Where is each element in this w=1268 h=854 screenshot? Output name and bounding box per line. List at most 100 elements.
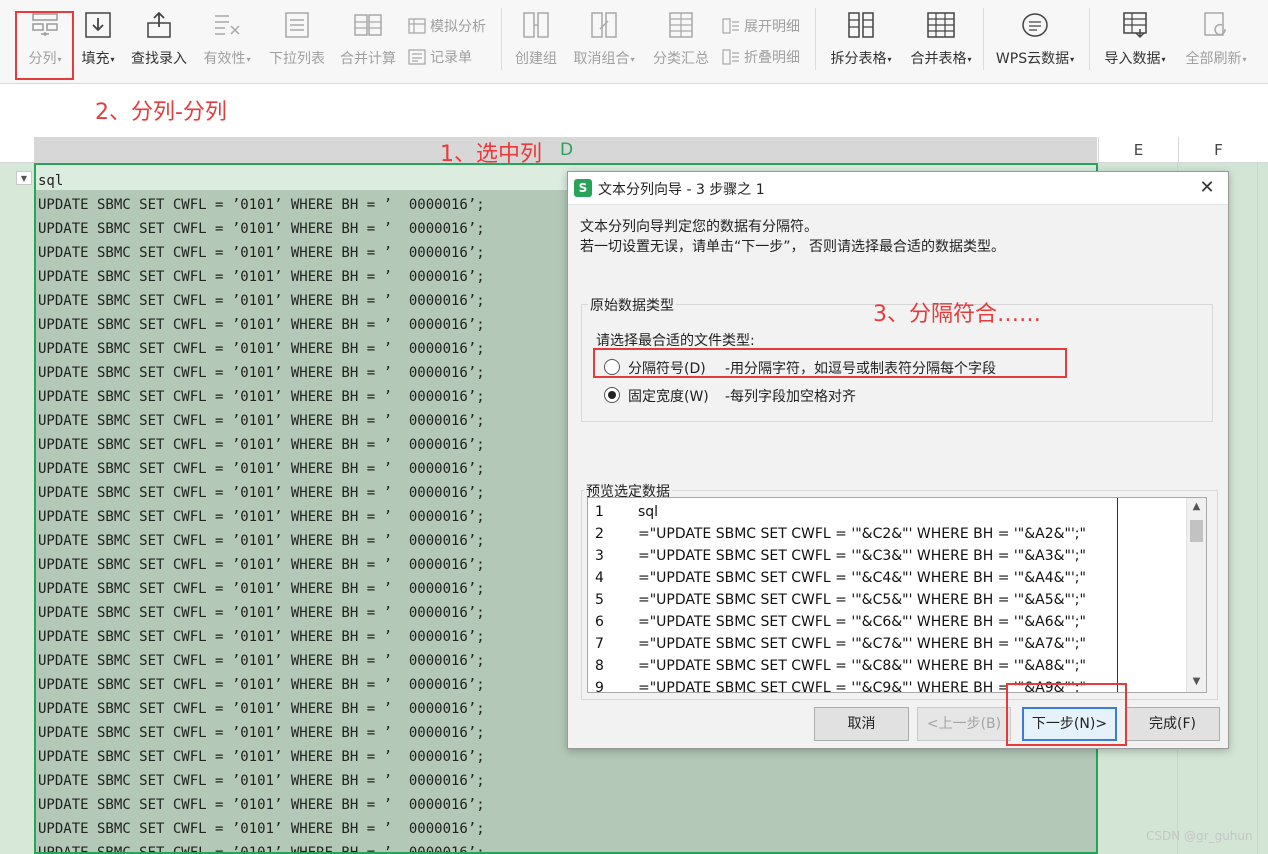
delimited-option-highlight <box>593 348 1067 378</box>
scroll-down-icon[interactable]: ▼ <box>1187 673 1206 691</box>
preview-row: 5 ="UPDATE SBMC SET CWFL = '"&C5&"' WHERE… <box>588 589 1188 611</box>
preview-row-text: ="UPDATE SBMC SET CWFL = '"&C3&"' WHERE … <box>638 548 1086 564</box>
preview-row: 4 ="UPDATE SBMC SET CWFL = '"&C4&"' WHERE… <box>588 567 1188 589</box>
ungroup-button[interactable]: 取消组合▾ <box>568 6 640 76</box>
cell-d-row[interactable]: UPDATE SBMC SET CWFL = ’0101’ WHERE BH =… <box>38 577 485 601</box>
cell-d-row[interactable]: UPDATE SBMC SET CWFL = ’0101’ WHERE BH =… <box>38 745 485 769</box>
fixed-width-radio[interactable] <box>604 387 620 403</box>
dropdown-list-icon <box>282 10 312 40</box>
preview-row-text: ="UPDATE SBMC SET CWFL = '"&C5&"' WHERE … <box>638 592 1086 608</box>
expand-detail-icon <box>722 18 740 34</box>
next-button-highlight <box>1006 683 1127 746</box>
cell-d-row[interactable]: UPDATE SBMC SET CWFL = ’0101’ WHERE BH =… <box>38 313 485 337</box>
ribbon-divider <box>983 8 984 70</box>
text-to-columns-wizard-dialog: S 文本分列向导 - 3 步骤之 1 ✕ 文本分列向导判定您的数据有分隔符。 若… <box>567 171 1229 749</box>
preview-row-number: 7 <box>595 636 604 652</box>
close-icon[interactable]: ✕ <box>1195 177 1219 199</box>
data-preview-box[interactable]: 1 sql 2 ="UPDATE SBMC SET CWFL = '"&C2&"' W… <box>587 497 1207 693</box>
cell-d-row[interactable]: UPDATE SBMC SET CWFL = ’0101’ WHERE BH =… <box>38 505 485 529</box>
preview-row-number: 9 <box>595 680 604 693</box>
consolidate-button[interactable]: 合并计算 <box>337 6 399 76</box>
column-break-line[interactable] <box>1117 498 1118 692</box>
create-group-button[interactable]: 创建组 <box>511 6 561 76</box>
cell-d-row[interactable]: UPDATE SBMC SET CWFL = ’0101’ WHERE BH =… <box>38 817 485 841</box>
cell-d-row[interactable]: UPDATE SBMC SET CWFL = ’0101’ WHERE BH =… <box>38 553 485 577</box>
wps-cloud-data-button[interactable]: WPS云数据▾ <box>990 6 1080 76</box>
fill-down-icon <box>83 10 113 40</box>
cell-d-row[interactable]: UPDATE SBMC SET CWFL = ’0101’ WHERE BH =… <box>38 697 485 721</box>
preview-row-text: ="UPDATE SBMC SET CWFL = '"&C7&"' WHERE … <box>638 636 1086 652</box>
split-table-icon <box>846 10 876 40</box>
hide-detail-button[interactable]: 折叠明细 <box>722 45 800 69</box>
cell-d-row[interactable]: UPDATE SBMC SET CWFL = ’0101’ WHERE BH =… <box>38 457 485 481</box>
cell-d-row[interactable]: UPDATE SBMC SET CWFL = ’0101’ WHERE BH =… <box>38 673 485 697</box>
cell-d1[interactable]: sql <box>38 169 485 193</box>
record-form-button[interactable]: 记录单 <box>408 45 472 69</box>
show-detail-button[interactable]: 展开明细 <box>722 14 800 38</box>
ribbon-toolbar: 分列▾ 填充▾ 查找录入 有效性▾ 下拉列表 合并计算 模拟分析 记录单 创建组… <box>0 0 1268 84</box>
what-if-analysis-button[interactable]: 模拟分析 <box>408 14 486 38</box>
fixed-width-option-label[interactable]: 固定宽度(W) <box>628 386 709 406</box>
preview-row-text: ="UPDATE SBMC SET CWFL = '"&C6&"' WHERE … <box>638 614 1086 630</box>
validity-button[interactable]: 有效性▾ <box>198 6 256 76</box>
fill-button[interactable]: 填充▾ <box>78 6 118 76</box>
dialog-titlebar[interactable]: S 文本分列向导 - 3 步骤之 1 ✕ <box>568 172 1228 205</box>
preview-row: 8 ="UPDATE SBMC SET CWFL = '"&C8&"' WHERE… <box>588 655 1188 677</box>
import-data-button[interactable]: 导入数据▾ <box>1099 6 1171 76</box>
preview-row: 1 sql <box>588 501 1188 523</box>
split-table-button[interactable]: 拆分表格▾ <box>825 6 897 76</box>
preview-row-number: 4 <box>595 570 604 586</box>
cell-d-row[interactable]: UPDATE SBMC SET CWFL = ’0101’ WHERE BH =… <box>38 385 485 409</box>
cell-d-row[interactable]: UPDATE SBMC SET CWFL = ’0101’ WHERE BH =… <box>38 409 485 433</box>
finish-button[interactable]: 完成(F) <box>1125 707 1220 741</box>
preview-rows: 1 sql 2 ="UPDATE SBMC SET CWFL = '"&C2&"' W… <box>588 501 1188 693</box>
cell-d-row[interactable]: UPDATE SBMC SET CWFL = ’0101’ WHERE BH =… <box>38 769 485 793</box>
subtotal-icon <box>666 10 696 40</box>
cell-d-row[interactable]: UPDATE SBMC SET CWFL = ’0101’ WHERE BH =… <box>38 481 485 505</box>
scroll-thumb[interactable] <box>1190 520 1203 542</box>
dialog-title: 文本分列向导 - 3 步骤之 1 <box>598 182 765 198</box>
refresh-all-button[interactable]: 全部刷新▾ <box>1180 6 1252 76</box>
preview-row: 2 ="UPDATE SBMC SET CWFL = '"&C2&"' WHERE… <box>588 523 1188 545</box>
cell-d-row[interactable]: UPDATE SBMC SET CWFL = ’0101’ WHERE BH =… <box>38 433 485 457</box>
preview-row-number: 6 <box>595 614 604 630</box>
cell-d-row[interactable]: UPDATE SBMC SET CWFL = ’0101’ WHERE BH =… <box>38 841 485 852</box>
cell-d-row[interactable]: UPDATE SBMC SET CWFL = ’0101’ WHERE BH =… <box>38 601 485 625</box>
chevron-down-icon: ▾ <box>630 54 635 64</box>
lookup-entry-button[interactable]: 查找录入 <box>128 6 190 76</box>
cell-d-row[interactable]: UPDATE SBMC SET CWFL = ’0101’ WHERE BH =… <box>38 529 485 553</box>
filter-dropdown-button[interactable]: ▼ <box>16 171 32 185</box>
cell-d-row[interactable]: UPDATE SBMC SET CWFL = ’0101’ WHERE BH =… <box>38 793 485 817</box>
chevron-down-icon: ▾ <box>110 54 115 64</box>
preview-scrollbar[interactable]: ▲ ▼ <box>1186 498 1206 692</box>
back-button[interactable]: <上一步(B) <box>917 707 1011 741</box>
cell-d-row[interactable]: UPDATE SBMC SET CWFL = ’0101’ WHERE BH =… <box>38 721 485 745</box>
cell-d-row[interactable]: UPDATE SBMC SET CWFL = ’0101’ WHERE BH =… <box>38 265 485 289</box>
cell-d-row[interactable]: UPDATE SBMC SET CWFL = ’0101’ WHERE BH =… <box>38 193 485 217</box>
cell-d-row[interactable]: UPDATE SBMC SET CWFL = ’0101’ WHERE BH =… <box>38 625 485 649</box>
chevron-down-icon: ▾ <box>1070 54 1075 64</box>
cell-d-row[interactable]: UPDATE SBMC SET CWFL = ’0101’ WHERE BH =… <box>38 649 485 673</box>
merge-table-icon <box>926 10 956 40</box>
wps-spreadsheet-logo-icon: S <box>574 179 592 197</box>
scroll-up-icon[interactable]: ▲ <box>1187 498 1206 516</box>
cancel-button[interactable]: 取消 <box>814 707 909 741</box>
cell-d-row[interactable]: UPDATE SBMC SET CWFL = ’0101’ WHERE BH =… <box>38 241 485 265</box>
file-type-prompt: 请选择最合适的文件类型: <box>596 333 755 349</box>
dropdown-list-button[interactable]: 下拉列表 <box>266 6 328 76</box>
subtotal-button[interactable]: 分类汇总 <box>650 6 712 76</box>
annotation-step2: 2、分列-分列 <box>95 100 227 125</box>
cell-d-row[interactable]: UPDATE SBMC SET CWFL = ’0101’ WHERE BH =… <box>38 337 485 361</box>
ribbon-divider <box>1089 8 1090 70</box>
column-letter-d: D <box>560 140 574 160</box>
lookup-entry-icon <box>144 10 174 40</box>
merge-table-button[interactable]: 合并表格▾ <box>905 6 977 76</box>
collapse-detail-icon <box>722 49 740 65</box>
cell-d-row[interactable]: UPDATE SBMC SET CWFL = ’0101’ WHERE BH =… <box>38 289 485 313</box>
cell-d-row[interactable]: UPDATE SBMC SET CWFL = ’0101’ WHERE BH =… <box>38 361 485 385</box>
preview-row: 6 ="UPDATE SBMC SET CWFL = '"&C6&"' WHERE… <box>588 611 1188 633</box>
cell-d-row[interactable]: UPDATE SBMC SET CWFL = ’0101’ WHERE BH =… <box>38 217 485 241</box>
preview-row-number: 1 <box>595 504 604 520</box>
column-header-e[interactable]: E <box>1098 137 1178 163</box>
column-header-f[interactable]: F <box>1178 137 1258 163</box>
